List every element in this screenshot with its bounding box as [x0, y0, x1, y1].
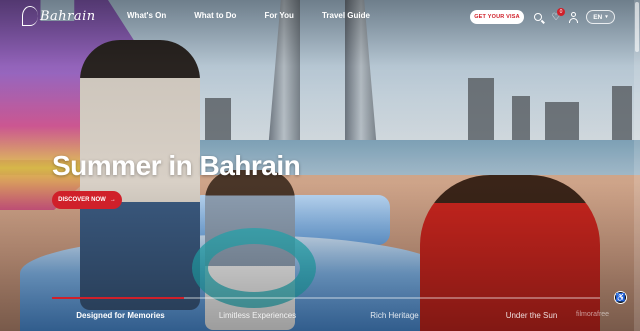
scrollbar-thumb[interactable] [635, 2, 639, 52]
wishlist-count-badge: 0 [557, 8, 565, 16]
bahrain-logo[interactable]: Bahrain [22, 6, 96, 26]
chevron-down-icon: ▾ [605, 14, 608, 20]
video-watermark: filmorafree [576, 311, 610, 318]
slide-progress-fill [52, 297, 184, 299]
search-icon[interactable] [531, 10, 545, 24]
tab-limitless-experiences[interactable]: Limitless Experiences [189, 311, 326, 320]
arrow-right-icon: → [109, 197, 116, 203]
discover-now-label: DISCOVER NOW [58, 197, 106, 203]
nav-travel-guide[interactable]: Travel Guide [322, 11, 370, 20]
hero-slide-tabs: Designed for Memories Limitless Experien… [52, 311, 600, 320]
main-nav: What's On What to Do For You Travel Guid… [127, 11, 398, 20]
tab-designed-for-memories[interactable]: Designed for Memories [52, 311, 189, 320]
slide-progress-track [52, 297, 600, 299]
nav-what-to-do[interactable]: What to Do [194, 11, 236, 20]
logo-text: Bahrain [40, 9, 96, 24]
language-label: EN [593, 13, 603, 21]
hero-title: Summer in Bahrain [52, 150, 301, 181]
get-your-visa-button[interactable]: GET YOUR VISA [470, 10, 524, 24]
site-header: Bahrain What's On What to Do For You Tra… [0, 0, 640, 34]
tab-rich-heritage[interactable]: Rich Heritage [326, 311, 463, 320]
nav-for-you[interactable]: For You [264, 11, 293, 20]
logo-swirl-icon [22, 6, 38, 26]
language-selector[interactable]: EN ▾ [586, 10, 615, 24]
page-scrollbar[interactable] [634, 0, 640, 331]
accessibility-icon[interactable]: ♿ [614, 291, 627, 304]
nav-whats-on[interactable]: What's On [127, 11, 166, 20]
discover-now-button[interactable]: DISCOVER NOW → [52, 191, 122, 209]
user-icon[interactable] [566, 10, 580, 24]
